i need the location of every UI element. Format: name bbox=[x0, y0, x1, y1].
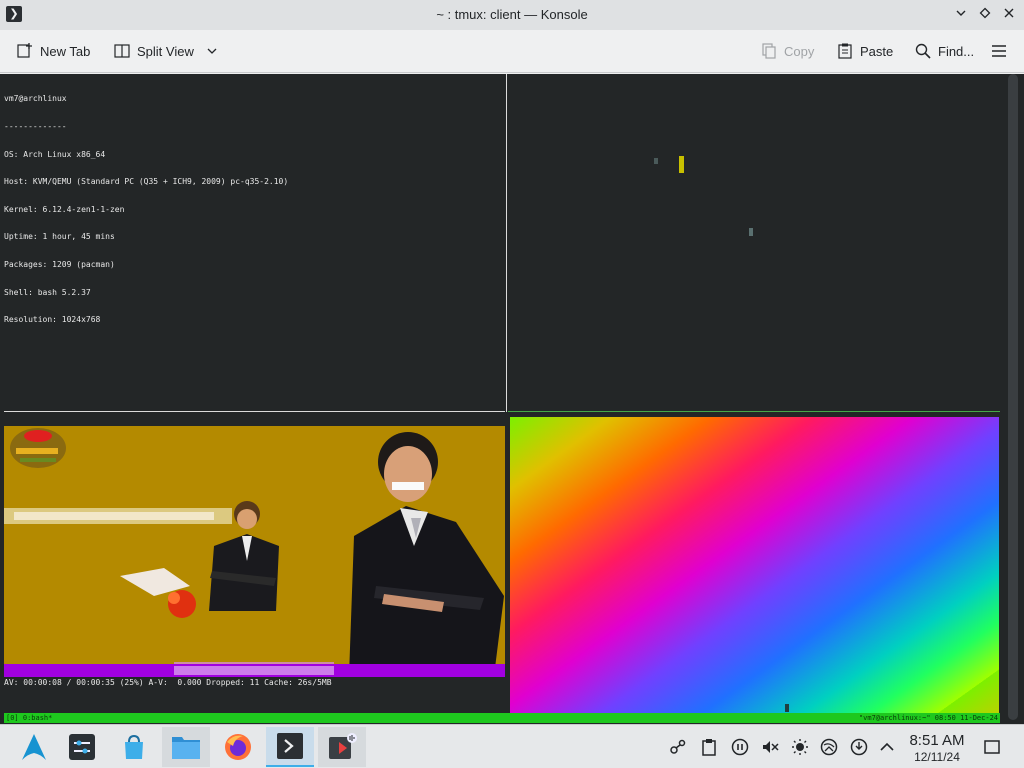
system-settings-icon bbox=[69, 734, 95, 760]
paste-label: Paste bbox=[860, 43, 894, 59]
window-title: ~ : tmux: client — Konsole bbox=[436, 7, 588, 22]
cursor-block bbox=[785, 704, 789, 712]
pane-divider-vertical[interactable] bbox=[506, 74, 507, 412]
find-label: Find... bbox=[938, 43, 975, 59]
taskbar-app-file-manager[interactable] bbox=[162, 727, 210, 767]
sysinfo-line: Packages: 1209 (pacman) bbox=[4, 260, 115, 270]
minimize-button[interactable] bbox=[952, 6, 970, 24]
taskbar: 8:51 AM 12/11/24 bbox=[0, 724, 1024, 768]
copy-button[interactable]: Copy bbox=[760, 39, 814, 63]
rainbow-image bbox=[510, 417, 999, 714]
taskbar-app-discover[interactable] bbox=[110, 727, 158, 767]
split-view-icon bbox=[114, 44, 130, 58]
sysinfo-line: vm7@archlinux bbox=[4, 94, 67, 104]
network-icon bbox=[820, 738, 838, 756]
new-tab-label: New Tab bbox=[40, 43, 91, 59]
chevron-down-icon bbox=[207, 48, 217, 54]
tray-updates[interactable] bbox=[849, 737, 869, 757]
taskbar-app-konsole[interactable] bbox=[266, 727, 314, 767]
discover-store-icon bbox=[125, 734, 143, 759]
mpv-status-line: AV: 00:00:08 / 00:00:35 (25%) A-V: 0.000… bbox=[4, 678, 332, 687]
sysinfo-line: Host: KVM/QEMU (Standard PC (Q35 + ICH9,… bbox=[4, 177, 289, 187]
taskbar-app-firefox[interactable] bbox=[214, 727, 262, 767]
toolbar: New Tab Split View Copy Paste Find... bbox=[0, 30, 1024, 73]
taskbar-app-media-player[interactable] bbox=[318, 727, 366, 767]
clock-date: 12/11/24 bbox=[914, 750, 960, 764]
new-tab-button[interactable]: New Tab bbox=[16, 39, 90, 63]
tray-kdeconnect[interactable] bbox=[668, 737, 688, 757]
title-bar: ❯ ~ : tmux: client — Konsole bbox=[0, 0, 1024, 30]
video-subtitle-bar bbox=[4, 664, 505, 677]
video-image bbox=[4, 428, 504, 676]
sysinfo-line: ------------- bbox=[4, 122, 67, 132]
paste-icon bbox=[838, 43, 852, 59]
tmux-status-right: "vm7@archlinux:~" 08:50 11-Dec-24 bbox=[858, 714, 998, 722]
sysinfo-line: Shell: bash 5.2.37 bbox=[4, 287, 91, 297]
pane-blank[interactable] bbox=[508, 74, 1000, 410]
find-button[interactable]: Find... bbox=[914, 39, 974, 63]
paste-button[interactable]: Paste bbox=[836, 39, 893, 63]
new-tab-icon bbox=[17, 43, 32, 58]
show-desktop-button[interactable] bbox=[982, 737, 1002, 757]
tray-clipboard[interactable] bbox=[699, 737, 719, 757]
arch-linux-launcher-icon bbox=[22, 734, 46, 760]
close-button[interactable] bbox=[1000, 6, 1018, 24]
pixel-artifact bbox=[654, 158, 658, 164]
diamond-icon bbox=[979, 7, 991, 19]
volume-muted-icon bbox=[763, 741, 779, 753]
subtitle-blocks bbox=[174, 666, 334, 675]
tray-volume[interactable] bbox=[760, 737, 780, 757]
sysinfo-line: Kernel: 6.12.4-zen1-1-zen bbox=[4, 204, 125, 214]
scrollbar[interactable] bbox=[1008, 74, 1018, 720]
update-icon bbox=[850, 738, 868, 756]
clipboard-icon bbox=[702, 739, 716, 756]
copy-label: Copy bbox=[784, 43, 815, 59]
hamburger-menu-button[interactable] bbox=[990, 39, 1008, 63]
chevron-down-icon bbox=[956, 10, 966, 16]
clock-time: 8:51 AM bbox=[909, 732, 965, 749]
tmux-status-bar: [0] 0:bash* "vm7@archlinux:~" 08:50 11-D… bbox=[4, 713, 1000, 723]
pause-icon bbox=[731, 738, 749, 756]
file-manager-icon bbox=[172, 737, 200, 759]
tray-media-controls[interactable] bbox=[730, 737, 750, 757]
connect-icon bbox=[670, 739, 686, 754]
copy-icon bbox=[762, 43, 776, 59]
sysinfo-line: OS: Arch Linux x86_64 bbox=[4, 149, 106, 159]
application-launcher-button[interactable] bbox=[10, 727, 58, 767]
close-icon bbox=[1004, 8, 1014, 18]
pixel-artifact bbox=[749, 228, 753, 236]
sysinfo-line: Uptime: 1 hour, 45 mins bbox=[4, 232, 115, 242]
tray-network[interactable] bbox=[819, 737, 839, 757]
maximize-button[interactable] bbox=[976, 6, 994, 24]
split-view-button[interactable]: Split View bbox=[113, 39, 218, 63]
firefox-icon bbox=[225, 734, 251, 760]
video-frame bbox=[4, 426, 505, 676]
tray-expand-button[interactable] bbox=[877, 737, 897, 757]
konsole-icon bbox=[277, 733, 303, 759]
sysinfo-output: vm7@archlinux ------------- OS: Arch Lin… bbox=[4, 76, 288, 343]
tray-brightness[interactable] bbox=[790, 737, 810, 757]
media-player-icon bbox=[329, 733, 357, 759]
split-view-label: Split View bbox=[137, 43, 194, 59]
brightness-icon bbox=[792, 739, 808, 755]
pane-divider-horizontal[interactable] bbox=[4, 411, 505, 412]
pixel-artifact bbox=[679, 156, 684, 173]
pane-sysinfo[interactable]: vm7@archlinux ------------- OS: Arch Lin… bbox=[0, 74, 505, 410]
pane-divider-horizontal-active[interactable] bbox=[508, 411, 1000, 412]
show-desktop-icon bbox=[984, 740, 1000, 754]
digital-clock[interactable]: 8:51 AM 12/11/24 bbox=[898, 732, 976, 764]
rainbow-pattern bbox=[510, 417, 999, 714]
terminal-area[interactable]: vm7@archlinux ------------- OS: Arch Lin… bbox=[0, 74, 1024, 724]
chevron-up-icon bbox=[880, 742, 894, 751]
tmux-window-list[interactable]: [0] 0:bash* bbox=[6, 713, 52, 723]
hamburger-menu-icon bbox=[992, 45, 1006, 57]
search-icon bbox=[915, 43, 931, 59]
taskbar-app-system-settings[interactable] bbox=[58, 727, 106, 767]
sysinfo-line: Resolution: 1024x768 bbox=[4, 315, 101, 325]
